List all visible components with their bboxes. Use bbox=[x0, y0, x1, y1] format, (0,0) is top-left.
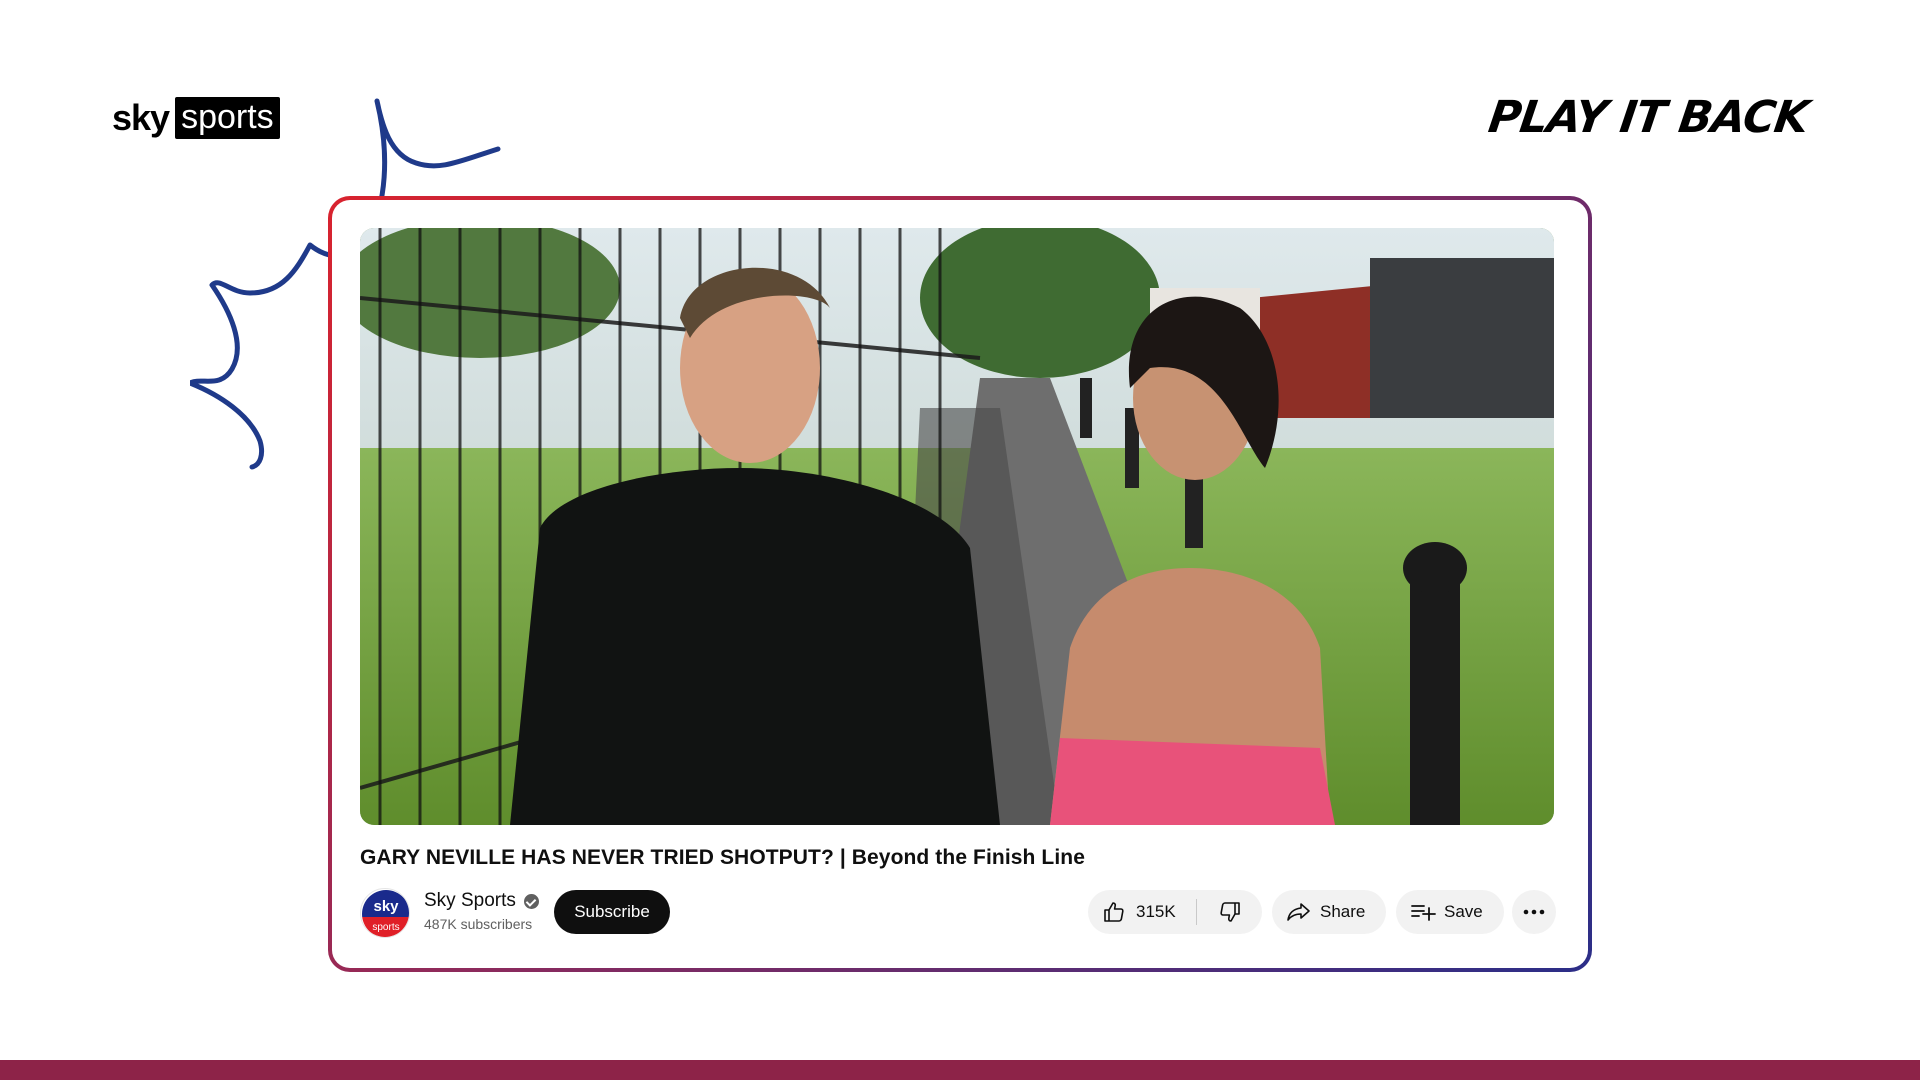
channel-name[interactable]: Sky Sports bbox=[424, 890, 516, 912]
video-title[interactable]: GARY NEVILLE HAS NEVER TRIED SHOTPUT? | … bbox=[360, 846, 1085, 870]
like-button[interactable]: 315K bbox=[1088, 890, 1196, 934]
video-card-inner: GARY NEVILLE HAS NEVER TRIED SHOTPUT? | … bbox=[332, 200, 1588, 968]
save-label: Save bbox=[1444, 902, 1483, 921]
play-it-back-wordmark: PLAY IT BACK bbox=[1485, 92, 1812, 143]
video-thumbnail bbox=[360, 228, 1554, 825]
share-icon bbox=[1286, 900, 1312, 924]
save-button[interactable]: Save bbox=[1396, 890, 1504, 934]
bottom-brand-band bbox=[0, 1060, 1920, 1080]
like-count: 315K bbox=[1136, 902, 1176, 921]
avatar-text-top: sky bbox=[373, 898, 399, 915]
channel-avatar[interactable]: sky sports bbox=[360, 888, 410, 938]
more-actions-button[interactable] bbox=[1512, 890, 1556, 934]
video-card: GARY NEVILLE HAS NEVER TRIED SHOTPUT? | … bbox=[328, 196, 1592, 972]
sky-logo-text: sky bbox=[112, 97, 170, 138]
share-label: Share bbox=[1320, 902, 1366, 921]
thumbs-up-icon bbox=[1102, 900, 1126, 924]
sky-sports-avatar-icon: sky sports bbox=[362, 890, 409, 937]
share-button[interactable]: Share bbox=[1272, 890, 1386, 934]
avatar-text-bottom: sports bbox=[372, 922, 399, 933]
thumbs-down-icon bbox=[1218, 900, 1242, 924]
dislike-button[interactable] bbox=[1197, 890, 1262, 934]
subscribe-button[interactable]: Subscribe bbox=[554, 890, 670, 934]
verified-check-icon bbox=[523, 893, 539, 909]
playlist-add-icon bbox=[1410, 900, 1436, 924]
subscriber-count: 487K subscribers bbox=[424, 916, 533, 932]
channel-name-row[interactable]: Sky Sports bbox=[424, 890, 539, 912]
more-horizontal-icon bbox=[1523, 909, 1545, 915]
like-dislike-group: 315K bbox=[1088, 890, 1262, 934]
video-player[interactable] bbox=[360, 228, 1554, 825]
